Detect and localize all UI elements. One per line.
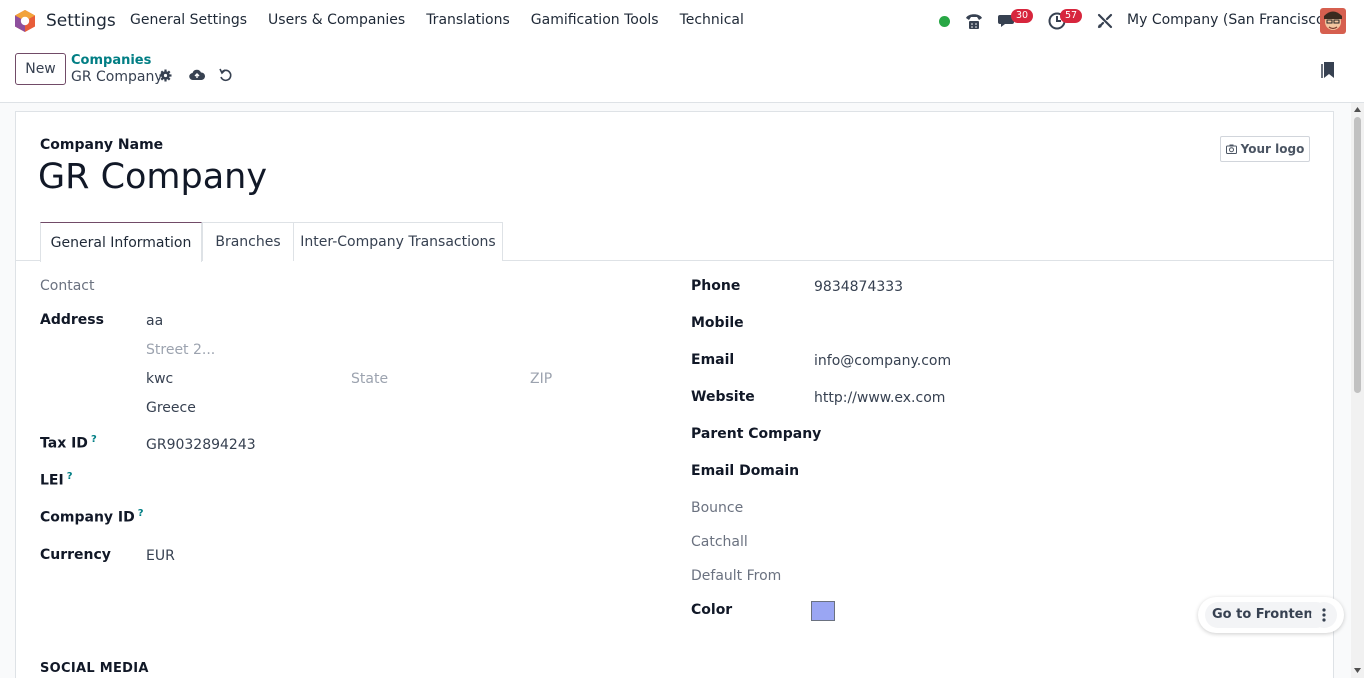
avatar[interactable] [1320,8,1346,34]
tab-general-information[interactable]: General Information [40,222,202,262]
social-media-section-title: SOCIAL MEDIA [40,661,149,676]
phone-icon[interactable] [964,12,984,30]
odoo-apps-icon[interactable] [14,9,36,33]
parent-company-label: Parent Company [691,426,822,442]
company-switcher[interactable]: My Company (San Francisco) [1127,12,1330,28]
tab-branches[interactable]: Branches [202,222,294,261]
bookmark-icon[interactable] [1321,61,1335,79]
scroll-down-arrow-icon[interactable] [1354,668,1361,673]
help-icon[interactable]: ? [91,434,97,445]
tax-id-label-text: Tax ID [40,435,88,452]
tab-label: Inter-Company Transactions [300,234,496,250]
app-name[interactable]: Settings [46,11,116,31]
color-label: Color [691,602,733,618]
your-logo-label: Your logo [1240,142,1305,156]
email-domain-label: Email Domain [691,463,800,479]
menu-translations[interactable]: Translations [426,12,510,28]
top-navbar: Settings General Settings Users & Compan… [0,0,1364,42]
color-swatch[interactable] [811,601,835,621]
breadcrumb-companies[interactable]: Companies [71,53,151,68]
breadcrumb-current: GR Company [71,69,163,85]
country-field[interactable]: Greece [146,400,196,416]
phone-label: Phone [691,278,741,294]
bounce-label: Bounce [691,500,744,516]
discard-icon[interactable] [219,68,232,82]
help-icon[interactable]: ? [67,471,73,482]
status-dot-icon[interactable] [939,16,950,27]
go-to-frontend-widget: Go to Frontend [1198,597,1344,633]
menu-users-companies[interactable]: Users & Companies [268,12,405,28]
form-sheet: Company Name GR Company Your logo Genera… [15,111,1334,678]
state-field[interactable]: State [351,371,388,387]
default-from-label: Default From [691,568,782,584]
tax-id-label: Tax ID? [40,434,97,452]
scrollbar-thumb[interactable] [1354,117,1361,393]
tab-label: Branches [215,234,281,250]
scroll-up-arrow-icon[interactable] [1354,107,1361,112]
phone-field[interactable]: 9834874333 [814,279,903,295]
save-cloud-icon[interactable] [189,69,205,81]
contact-label: Contact [40,278,95,294]
your-logo-button[interactable]: Your logo [1220,136,1310,162]
tab-label: General Information [50,234,192,251]
debug-tools-icon[interactable] [1097,13,1113,29]
form-view: Company Name GR Company Your logo Genera… [0,103,1350,678]
company-id-label-text: Company ID [40,509,135,526]
menu-general-settings[interactable]: General Settings [130,12,247,28]
camera-icon [1225,144,1237,154]
address-label: Address [40,312,104,328]
lei-label-text: LEI [40,472,64,489]
more-options-button[interactable] [1311,602,1337,628]
email-field[interactable]: info@company.com [814,353,951,369]
website-label: Website [691,389,755,405]
main-menu: General Settings Users & Companies Trans… [130,12,765,28]
website-field[interactable]: http://www.ex.com [814,390,945,406]
menu-technical[interactable]: Technical [680,12,744,28]
mobile-label: Mobile [691,315,744,331]
email-label: Email [691,352,735,368]
company-name-label: Company Name [40,137,164,153]
lei-label: LEI? [40,471,73,489]
tab-inter-company-transactions[interactable]: Inter-Company Transactions [293,222,503,261]
help-icon[interactable]: ? [138,508,144,519]
currency-label: Currency [40,547,111,563]
company-id-label: Company ID? [40,508,144,526]
gear-icon[interactable] [159,69,172,82]
new-button[interactable]: New [15,53,66,85]
street2-field[interactable]: Street 2... [146,342,215,358]
control-panel: New Companies GR Company [0,42,1364,103]
scrollbar[interactable] [1351,103,1364,678]
menu-gamification-tools[interactable]: Gamification Tools [531,12,659,28]
city-field[interactable]: kwc [146,371,173,387]
messages-badge: 30 [1011,9,1034,23]
street-field[interactable]: aa [146,313,163,329]
kebab-menu-icon [1322,608,1326,622]
tax-id-field[interactable]: GR9032894243 [146,437,256,453]
zip-field[interactable]: ZIP [530,371,552,387]
company-name-field[interactable]: GR Company [38,157,267,197]
activities-badge: 57 [1060,9,1083,23]
currency-field[interactable]: EUR [146,548,175,564]
catchall-label: Catchall [691,534,748,550]
